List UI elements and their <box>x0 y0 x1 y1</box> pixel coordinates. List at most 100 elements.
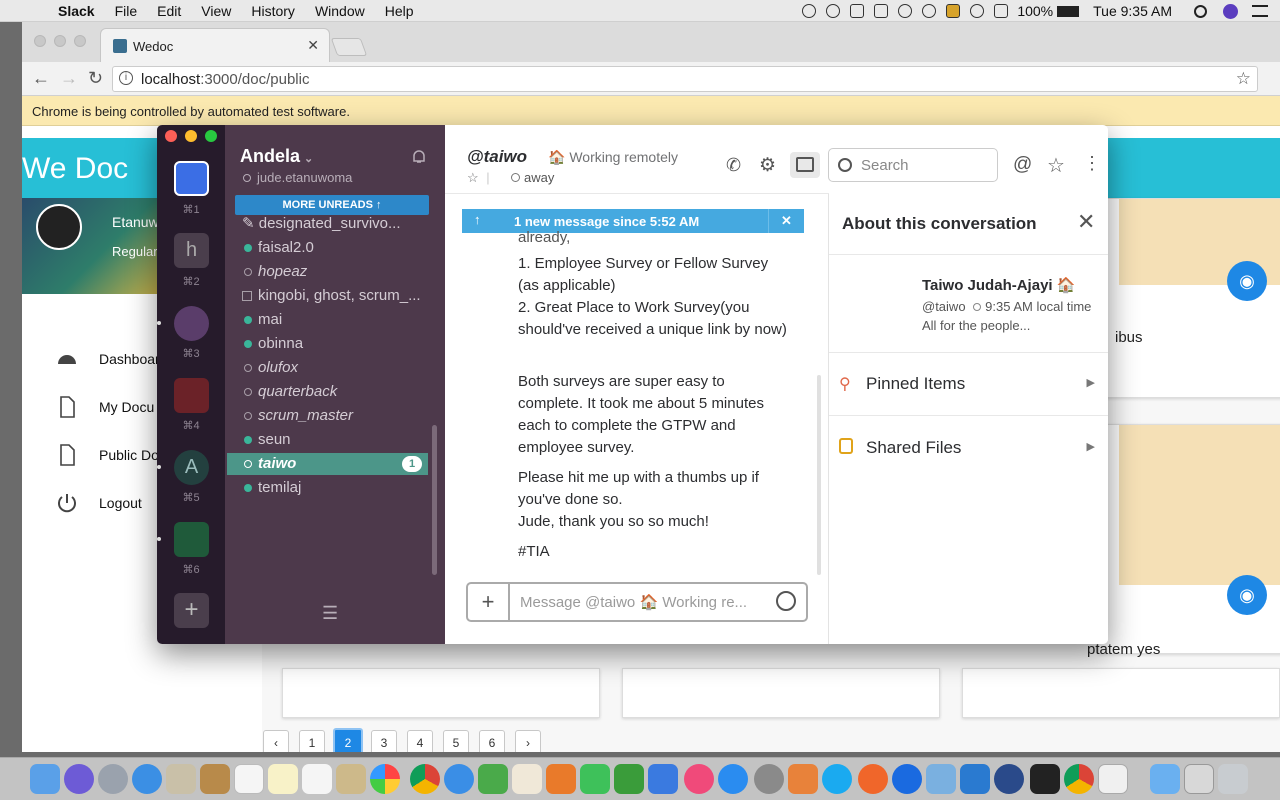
team-h[interactable]: h <box>174 233 209 268</box>
menu-history[interactable]: History <box>251 3 295 19</box>
safari-icon[interactable] <box>132 764 162 794</box>
more-options-icon[interactable]: ⋮ <box>1083 153 1101 174</box>
battery-icon[interactable] <box>1057 5 1080 17</box>
pagination-page[interactable]: 5 <box>443 730 469 752</box>
current-user[interactable]: jude.etanuwoma <box>243 170 352 185</box>
profile-full-name[interactable]: Taiwo Judah-Ajayi 🏠 <box>922 276 1075 294</box>
screenshot-stack-icon[interactable] <box>1184 764 1214 794</box>
window-minimize-button[interactable] <box>54 35 66 47</box>
vscode-icon[interactable] <box>960 764 990 794</box>
channel-item[interactable]: quarterback <box>225 381 445 403</box>
view-eye-icon[interactable]: ◉ <box>1227 261 1267 301</box>
shared-files-row[interactable]: Shared Files ▶ <box>829 418 1108 480</box>
launchpad-icon[interactable] <box>98 764 128 794</box>
window-close-button[interactable] <box>34 35 46 47</box>
channel-item[interactable]: hopeaz <box>225 261 445 283</box>
terminal-icon[interactable] <box>1030 764 1060 794</box>
menu-edit[interactable]: Edit <box>157 3 181 19</box>
firefox-icon[interactable] <box>858 764 888 794</box>
document-card[interactable]: ◉ ibus <box>1098 198 1280 398</box>
itunes-icon[interactable] <box>684 764 714 794</box>
app-store-icon[interactable] <box>718 764 748 794</box>
search-input[interactable]: Search <box>828 148 998 182</box>
status-lock-icon[interactable] <box>946 4 961 18</box>
channel-item[interactable]: mai <box>225 309 445 331</box>
trash-icon[interactable] <box>1218 764 1248 794</box>
tab-close-icon[interactable]: ✕ <box>307 37 319 54</box>
airplay-icon[interactable] <box>994 4 1009 18</box>
messages-icon[interactable] <box>444 764 474 794</box>
document-card[interactable]: ◉ ptatem yes <box>1087 424 1280 658</box>
site-info-icon[interactable]: i <box>119 71 133 85</box>
gear-icon[interactable]: ⚙ <box>759 154 776 177</box>
slack-minimize-button[interactable] <box>185 130 197 142</box>
emoji-icon[interactable] <box>776 591 796 611</box>
spotlight-icon[interactable] <box>1194 4 1207 18</box>
finder-icon[interactable] <box>30 764 60 794</box>
sublime-text-icon[interactable] <box>788 764 818 794</box>
team-a[interactable]: A <box>174 450 209 485</box>
downloads-folder-icon[interactable] <box>1150 764 1180 794</box>
back-arrow-icon[interactable]: ← <box>32 68 50 89</box>
skype-icon[interactable] <box>822 764 852 794</box>
chrome-icon[interactable] <box>410 764 440 794</box>
keynote-icon[interactable] <box>648 764 678 794</box>
ibooks-icon[interactable] <box>546 764 576 794</box>
quick-switcher-icon[interactable]: ☰ <box>322 603 338 624</box>
pagination-page[interactable]: 1 <box>299 730 325 752</box>
status-cloud-icon[interactable] <box>826 4 841 18</box>
team-4[interactable] <box>174 378 209 413</box>
browser-tab[interactable]: Wedoc ✕ <box>100 28 330 62</box>
window-zoom-button[interactable] <box>74 35 86 47</box>
channel-item[interactable]: ✎ designated_survivo... <box>225 213 445 235</box>
message-input[interactable]: + Message @taiwo 🏠 Working re... <box>466 582 808 622</box>
toggle-details-button[interactable] <box>790 152 820 178</box>
star-icon[interactable]: ☆ | <box>467 170 490 186</box>
channel-item[interactable]: olufox <box>225 357 445 379</box>
pagination-page-current[interactable]: 2 <box>333 728 363 752</box>
pagination-next[interactable]: › <box>515 730 541 752</box>
conversation-title[interactable]: @taiwo <box>467 147 527 167</box>
virtualbox-icon[interactable] <box>926 764 956 794</box>
status-teamviewer-icon[interactable] <box>850 4 865 18</box>
pagination-page[interactable]: 6 <box>479 730 505 752</box>
menu-app-name[interactable]: Slack <box>58 3 95 19</box>
wifi-icon[interactable] <box>970 4 985 18</box>
chrome-canary-icon[interactable] <box>1064 764 1094 794</box>
channel-item[interactable]: obinna <box>225 333 445 355</box>
contacts-icon[interactable] <box>200 764 230 794</box>
conversation-scrollbar[interactable] <box>817 375 821 575</box>
status-location-icon[interactable] <box>898 4 913 18</box>
team-andela[interactable] <box>174 161 209 196</box>
calendar-icon[interactable] <box>234 764 264 794</box>
menu-help[interactable]: Help <box>385 3 414 19</box>
pagination-page[interactable]: 4 <box>407 730 433 752</box>
facetime-icon[interactable] <box>580 764 610 794</box>
address-bar[interactable]: i localhost:3000/doc/public ☆ <box>112 66 1258 92</box>
reload-icon[interactable]: ↻ <box>88 68 103 89</box>
status-d-icon[interactable] <box>922 4 937 18</box>
bookmark-star-icon[interactable]: ☆ <box>1236 69 1251 89</box>
add-team-button[interactable]: + <box>174 593 209 628</box>
pagination-page[interactable]: 3 <box>371 730 397 752</box>
menu-clock[interactable]: Tue 9:35 AM <box>1093 3 1172 19</box>
bell-icon[interactable] <box>411 149 427 165</box>
channel-item-active[interactable]: taiwo 1 <box>227 453 428 475</box>
preview-icon[interactable] <box>166 764 196 794</box>
more-unreads-button[interactable]: MORE UNREADS ↑ <box>235 195 429 215</box>
notification-center-icon[interactable] <box>1252 5 1268 17</box>
close-icon[interactable]: ✕ <box>1077 209 1095 235</box>
slack-close-button[interactable] <box>165 130 177 142</box>
team-3[interactable] <box>174 306 209 341</box>
new-tab-button[interactable] <box>330 38 368 56</box>
pagination-prev[interactable]: ‹ <box>263 730 289 752</box>
channel-item[interactable]: faisal2.0 <box>225 237 445 259</box>
mentions-icon[interactable]: @ <box>1013 154 1032 176</box>
pinned-items-row[interactable]: ⚲ Pinned Items ▶ <box>829 354 1108 416</box>
s-app-icon[interactable] <box>478 764 508 794</box>
document-card[interactable] <box>622 668 940 718</box>
status-check-icon[interactable] <box>802 4 817 18</box>
channel-item[interactable]: temilaj <box>225 477 445 499</box>
sidebar-scrollbar[interactable] <box>432 425 437 575</box>
brand-logo[interactable]: We Doc <box>22 152 128 186</box>
